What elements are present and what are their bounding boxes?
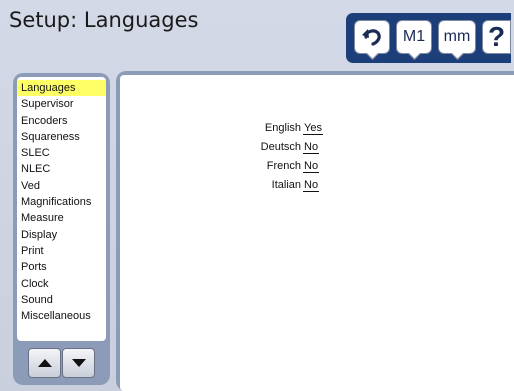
arrow-down-icon [71,359,86,367]
setup-menu: Languages Supervisor Encoders Squareness… [17,77,106,341]
units-button[interactable]: mm [438,20,476,60]
language-value-deutsch[interactable]: No [303,141,320,154]
button-pointer [408,47,421,60]
arrow-up-icon [37,359,52,367]
page-title: Setup: Languages [9,8,199,32]
help-button[interactable]: ? [482,20,511,54]
scroll-down-button[interactable] [62,348,95,378]
menu-item-magnifications[interactable]: Magnifications [17,194,106,210]
menu-item-supervisor[interactable]: Supervisor [17,96,106,112]
language-label: Italian [271,179,301,191]
help-icon: ? [487,21,506,52]
menu-item-squareness[interactable]: Squareness [17,129,106,145]
units-label: mm [443,28,471,45]
m1-label: M1 [402,28,426,45]
menu-item-clock[interactable]: Clock [17,276,106,292]
setup-screen: Setup: Languages M1 mm ? Languages Super… [0,0,514,391]
language-value-french[interactable]: No [303,160,320,173]
language-row-english: English Yes [120,122,323,136]
menu-item-ved[interactable]: Ved [17,178,106,194]
language-row-deutsch: Deutsch No [120,141,320,155]
menu-item-nlec[interactable]: NLEC [17,161,106,177]
language-label: Deutsch [260,141,301,153]
language-value-english[interactable]: Yes [303,122,323,135]
m1-button[interactable]: M1 [396,20,432,60]
menu-item-miscellaneous[interactable]: Miscellaneous [17,308,106,324]
undo-arrow-icon [362,29,381,46]
menu-item-ports[interactable]: Ports [17,259,106,275]
menu-item-measure[interactable]: Measure [17,210,106,226]
menu-item-print[interactable]: Print [17,243,106,259]
button-pointer [366,47,379,60]
language-settings: English Yes Deutsch No French No Italian… [120,75,514,391]
language-row-french: French No [120,160,320,174]
language-label: English [264,122,301,134]
scroll-up-button[interactable] [28,348,61,378]
button-pointer [451,47,464,60]
menu-item-encoders[interactable]: Encoders [17,113,106,129]
language-label: French [266,160,301,172]
undo-button[interactable] [354,20,390,60]
menu-item-languages[interactable]: Languages [17,80,106,97]
menu-item-sound[interactable]: Sound [17,292,106,308]
language-value-italian[interactable]: No [303,179,320,192]
language-row-italian: Italian No [120,179,320,193]
toolbar: M1 mm ? [346,13,511,63]
menu-item-slec[interactable]: SLEC [17,145,106,161]
menu-item-display[interactable]: Display [17,227,106,243]
